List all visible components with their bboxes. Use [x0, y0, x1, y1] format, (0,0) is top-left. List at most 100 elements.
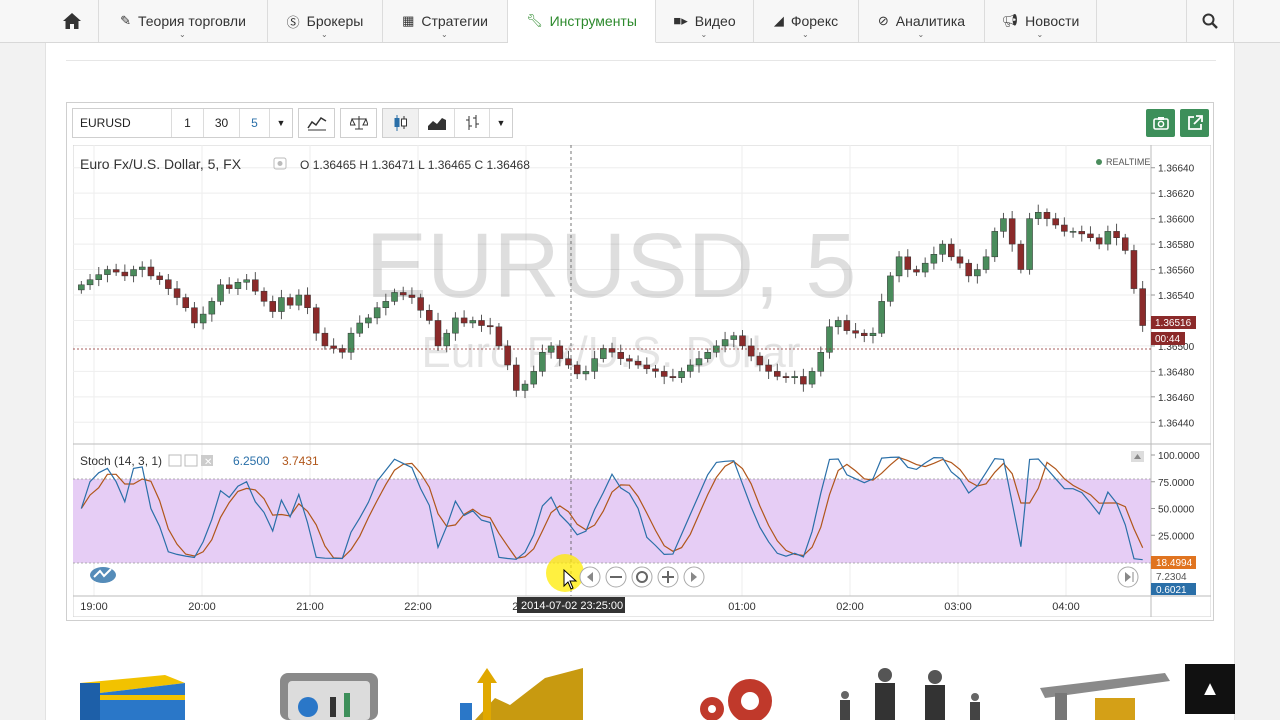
interval-dropdown[interactable]: ▼: [270, 109, 292, 137]
reset-button[interactable]: [631, 566, 653, 588]
candle: [382, 301, 390, 308]
stoch-current-k: 0.6021: [1156, 585, 1187, 596]
candle: [95, 274, 102, 280]
candle: [278, 297, 285, 312]
candle: [513, 364, 520, 391]
candle: [1130, 250, 1138, 289]
price-chart[interactable]: EURUSD, 5 Euro Fx/U.S. Dollar 1.366401.3…: [72, 144, 1212, 618]
zoom-in-button[interactable]: [657, 566, 679, 588]
candle: [591, 358, 598, 372]
search-button[interactable]: [1186, 0, 1234, 42]
chart-area[interactable]: EURUSD, 5 Euro Fx/U.S. Dollar 1.36640 1.3…: [72, 144, 1212, 618]
price-tick-label: 1.36580: [1158, 240, 1195, 251]
scroll-to-top-button[interactable]: ▲: [1185, 664, 1235, 714]
zoom-out-button[interactable]: [605, 566, 627, 588]
candle: [1026, 218, 1033, 270]
growth-chart-image: [460, 668, 583, 720]
scale-icon: [349, 116, 368, 130]
nav-item-analytics[interactable]: ⊘ Аналитика ⌄: [859, 0, 985, 42]
candle: [626, 358, 633, 362]
candle: [269, 301, 276, 312]
candle: [965, 262, 972, 277]
nav-home[interactable]: [45, 0, 99, 42]
tradingview-logo-icon[interactable]: [90, 567, 116, 583]
candle: [521, 383, 529, 391]
candle: [1078, 231, 1086, 235]
interval-label: 5: [251, 116, 258, 130]
snapshot-button[interactable]: [1146, 109, 1175, 137]
indicators-button[interactable]: [298, 108, 335, 138]
nav-item-brokers[interactable]: Ⓢ Брокеры ⌄: [268, 0, 383, 42]
chart-title: Euro Fx/U.S. Dollar, 5, FX: [80, 156, 242, 172]
pane-maximize-icon[interactable]: [1131, 451, 1144, 462]
candle: [130, 269, 137, 277]
candle: [399, 292, 407, 296]
stoch-tick-label: 50.0000: [1158, 505, 1195, 516]
time-tick-label: 02:00: [836, 601, 864, 613]
crosshair-time: 2014-07-02 23:25:00: [521, 600, 623, 612]
area-chart-icon: [427, 118, 446, 130]
chevron-down-icon: ▼: [496, 118, 506, 128]
candle: [147, 266, 155, 277]
bars-button[interactable]: [455, 109, 490, 137]
candle: [312, 307, 320, 334]
area-button[interactable]: [419, 109, 455, 137]
candle: [747, 345, 755, 357]
popout-button[interactable]: [1180, 109, 1209, 137]
price-tick-label: 1.36440: [1158, 418, 1195, 429]
nav-item-label: Стратегии: [421, 13, 488, 29]
camera-icon: [1152, 117, 1169, 130]
symbol-input[interactable]: EURUSD: [73, 109, 172, 137]
nav-item-news[interactable]: 📢︎ Новости ⌄: [985, 0, 1097, 42]
time-tick-label: 03:00: [944, 601, 972, 613]
candle: [539, 352, 546, 372]
nav-item-tools[interactable]: 🔧︎ Инструменты: [508, 0, 656, 43]
caliper-image: [1040, 673, 1170, 720]
candle: [1061, 224, 1068, 232]
interval-30-button[interactable]: 30: [204, 109, 240, 137]
price-tick-label: 1.36640: [1158, 164, 1195, 175]
candle: [869, 332, 877, 336]
candles-icon: [394, 115, 407, 131]
candle: [156, 275, 163, 280]
scroll-right-button[interactable]: [683, 566, 705, 588]
interval-5-button[interactable]: 5: [240, 109, 270, 137]
nav-item-forex[interactable]: ◢ Форекс ⌄: [754, 0, 859, 42]
candle: [652, 368, 659, 372]
nav-item-theory[interactable]: ✎ Теория торговли ⌄: [99, 0, 268, 42]
candles-button[interactable]: [383, 109, 419, 137]
divider: [66, 60, 1216, 61]
compare-button[interactable]: [340, 108, 377, 138]
chart-type-bar: ▼: [382, 108, 513, 138]
candle: [347, 332, 355, 353]
chevron-down-icon: ⌄: [441, 30, 448, 39]
candle: [434, 320, 442, 347]
scroll-to-end-button[interactable]: [1117, 566, 1139, 588]
ohlc-c-label: C: [474, 158, 483, 172]
candle: [817, 352, 825, 372]
candle: [495, 326, 503, 347]
candle: [948, 243, 955, 258]
interval-1-button[interactable]: 1: [172, 109, 204, 137]
nav-item-video[interactable]: ■▸ Видео ⌄: [656, 0, 754, 42]
candle: [939, 243, 946, 255]
ohlc-l-label: L: [418, 158, 425, 172]
candle: [600, 348, 607, 359]
candle: [530, 371, 537, 385]
candle: [104, 269, 111, 275]
price-tick-label: 1.36540: [1158, 291, 1195, 302]
candle: [1069, 231, 1077, 233]
candle: [956, 256, 964, 264]
candle: [687, 364, 694, 372]
candle: [1095, 237, 1103, 245]
candle: [330, 345, 337, 349]
candle: [1008, 218, 1016, 245]
nav-item-strategies[interactable]: ▦ Стратегии ⌄: [383, 0, 508, 42]
nav-item-label: Видео: [694, 13, 736, 29]
chart-type-dropdown[interactable]: ▼: [490, 109, 512, 137]
scroll-left-button[interactable]: [579, 566, 601, 588]
chevron-down-icon: ⌄: [802, 30, 809, 39]
candle: [991, 231, 999, 258]
candle: [173, 288, 181, 298]
candle: [895, 256, 903, 277]
